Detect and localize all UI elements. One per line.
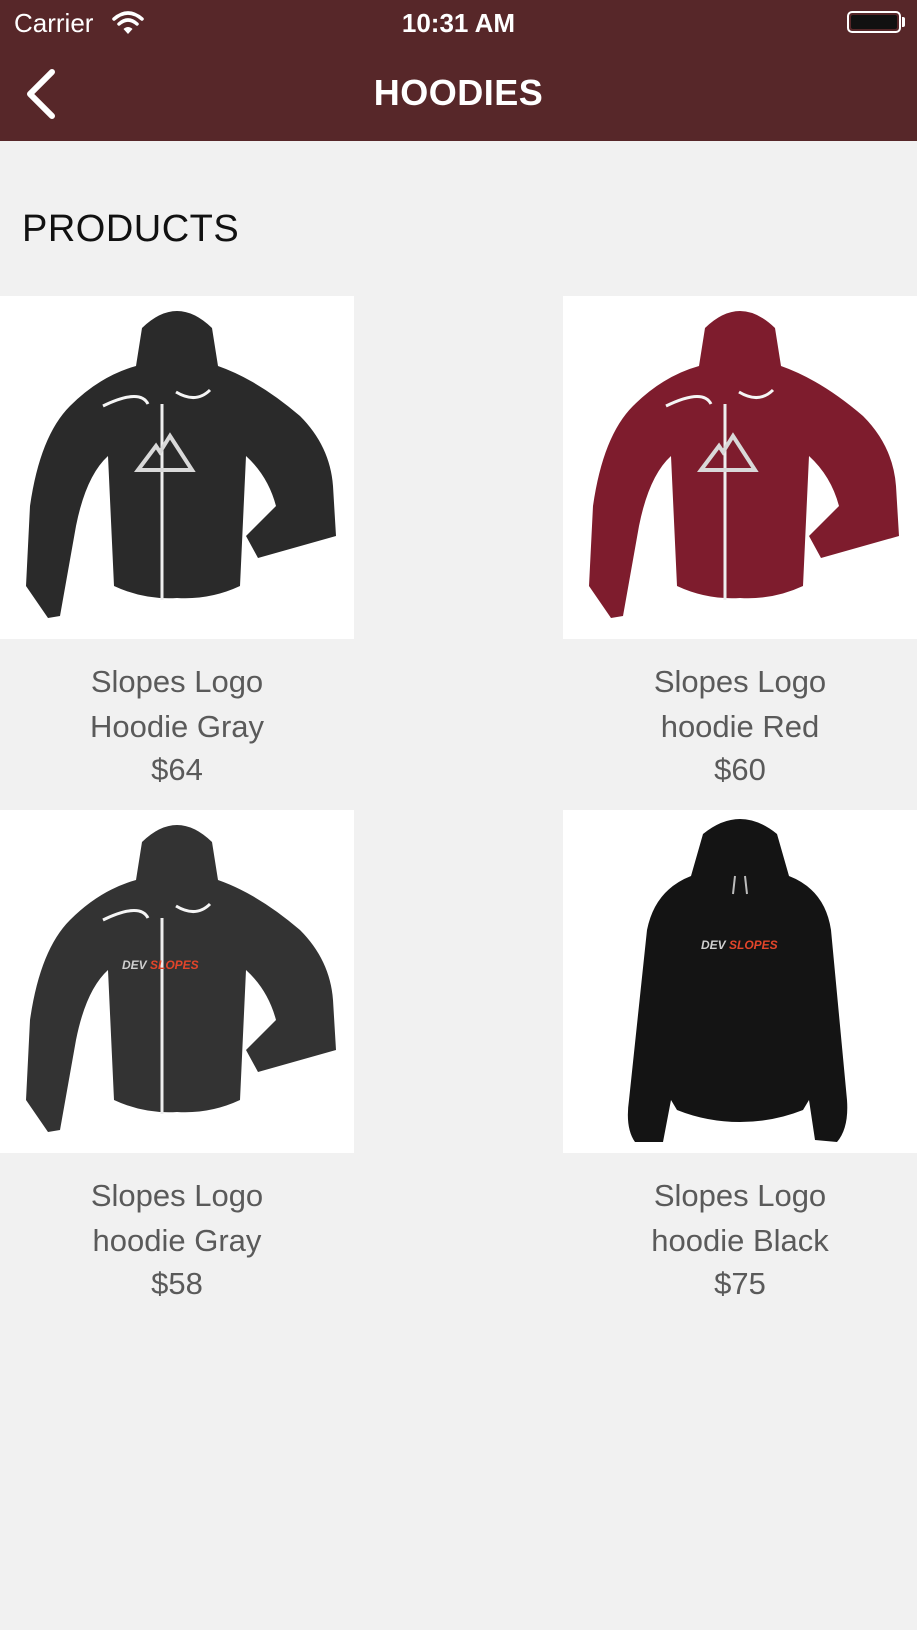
product-title: Slopes Logo hoodie Gray xyxy=(90,1178,264,1258)
product-card[interactable]: DEV SLOPES Slopes Logo hoodie Gray $58 xyxy=(0,810,354,1305)
svg-text:DEV: DEV xyxy=(122,958,148,972)
product-card[interactable]: DEV SLOPES Slopes Logo hoodie Black $75 xyxy=(563,810,917,1305)
status-time: 10:31 AM xyxy=(401,8,516,38)
nav-bar: Carrier 10:31 AM HOODIES xyxy=(0,0,917,141)
section-title: PRODUCTS xyxy=(22,208,240,250)
product-price: $60 xyxy=(714,752,766,787)
svg-text:DEV: DEV xyxy=(701,938,727,952)
product-title: Slopes Logo Hoodie Gray xyxy=(89,664,265,744)
product-title: Slopes Logo hoodie Black xyxy=(651,1178,829,1258)
product-image[interactable]: DEV SLOPES xyxy=(0,810,354,1153)
product-card[interactable]: Slopes Logo Hoodie Gray $64 xyxy=(0,296,354,791)
product-price: $75 xyxy=(714,1266,766,1301)
product-image[interactable] xyxy=(0,296,354,639)
product-card[interactable]: Slopes Logo hoodie Red $60 xyxy=(563,296,917,791)
product-title: Slopes Logo hoodie Red xyxy=(653,664,827,744)
hoodie-image: DEV SLOPES xyxy=(627,819,848,1142)
product-image[interactable] xyxy=(563,296,917,639)
svg-text:SLOPES: SLOPES xyxy=(729,938,778,952)
battery-icon xyxy=(847,11,901,33)
battery-nub xyxy=(902,17,905,27)
product-price: $64 xyxy=(151,752,203,787)
product-image[interactable]: DEV SLOPES xyxy=(563,810,917,1153)
hoodie-image: DEV SLOPES xyxy=(26,825,336,1132)
svg-text:SLOPES: SLOPES xyxy=(150,958,199,972)
hoodie-image xyxy=(589,311,899,618)
product-price: $58 xyxy=(151,1266,203,1301)
page-title: HOODIES xyxy=(373,72,544,113)
hoodie-image xyxy=(26,311,336,618)
